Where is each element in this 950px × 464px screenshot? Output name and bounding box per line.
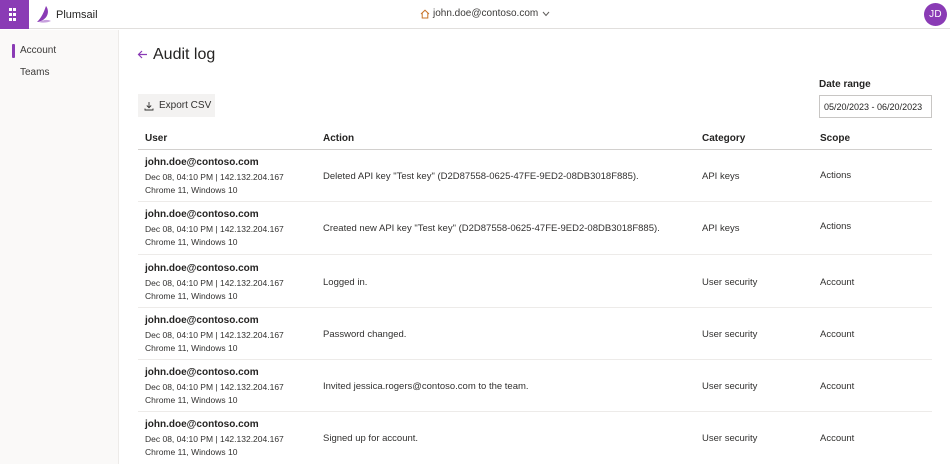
scope-text: Actions	[820, 221, 852, 232]
table-row[interactable]: john.doe@contoso.com Dec 08, 04:10 PM | …	[138, 412, 932, 464]
account-switcher[interactable]: john.doe@contoso.com	[420, 8, 550, 19]
export-csv-button[interactable]: Export CSV	[138, 94, 215, 117]
brand[interactable]: Plumsail	[37, 6, 98, 23]
back-button[interactable]	[137, 49, 148, 63]
user-email: john.doe@contoso.com	[145, 209, 259, 220]
column-header-category: Category	[702, 133, 746, 144]
column-header-action: Action	[323, 133, 355, 144]
user-client: Chrome 11, Windows 10	[145, 395, 238, 405]
arrow-left-icon	[137, 50, 147, 59]
column-header-scope: Scope	[820, 133, 851, 144]
user-client: Chrome 11, Windows 10	[145, 185, 238, 195]
user-meta: Dec 08, 04:10 PM | 142.132.204.167	[145, 224, 284, 234]
sidebar-item-teams[interactable]: Teams	[20, 67, 49, 78]
category-text: API keys	[702, 171, 740, 182]
table-row[interactable]: john.doe@contoso.com Dec 08, 04:10 PM | …	[138, 308, 932, 360]
sidebar-active-indicator	[12, 44, 15, 58]
brand-name: Plumsail	[56, 8, 98, 21]
user-client: Chrome 11, Windows 10	[145, 291, 238, 301]
scope-text: Account	[820, 433, 855, 444]
action-text: Signed up for account.	[323, 433, 419, 444]
user-meta: Dec 08, 04:10 PM | 142.132.204.167	[145, 434, 284, 444]
action-text: Invited jessica.rogers@contoso.com to th…	[323, 381, 529, 392]
date-range-label: Date range	[819, 79, 871, 90]
user-email: john.doe@contoso.com	[145, 367, 259, 378]
page-title: Audit log	[153, 46, 216, 63]
sidebar-item-account[interactable]: Account	[20, 45, 56, 56]
user-meta: Dec 08, 04:10 PM | 142.132.204.167	[145, 278, 284, 288]
table-row[interactable]: john.doe@contoso.com Dec 08, 04:10 PM | …	[138, 256, 932, 308]
user-email: john.doe@contoso.com	[145, 315, 259, 326]
user-email: john.doe@contoso.com	[145, 263, 259, 274]
user-client: Chrome 11, Windows 10	[145, 447, 238, 457]
scope-text: Account	[820, 329, 855, 340]
user-email: john.doe@contoso.com	[145, 157, 259, 168]
scope-text: Account	[820, 277, 855, 288]
column-header-user: User	[145, 133, 168, 144]
category-text: User security	[702, 381, 758, 392]
user-email: john.doe@contoso.com	[145, 419, 259, 430]
category-text: User security	[702, 329, 758, 340]
account-email: john.doe@contoso.com	[433, 8, 539, 19]
app-launcher-button[interactable]	[0, 0, 29, 29]
user-meta: Dec 08, 04:10 PM | 142.132.204.167	[145, 382, 284, 392]
category-text: API keys	[702, 223, 740, 234]
scope-text: Actions	[820, 170, 852, 181]
table-row[interactable]: john.doe@contoso.com Dec 08, 04:10 PM | …	[138, 202, 932, 255]
scope-text: Account	[820, 381, 855, 392]
user-meta: Dec 08, 04:10 PM | 142.132.204.167	[145, 172, 284, 182]
download-icon	[144, 101, 154, 110]
user-meta: Dec 08, 04:10 PM | 142.132.204.167	[145, 330, 284, 340]
user-client: Chrome 11, Windows 10	[145, 343, 238, 353]
user-client: Chrome 11, Windows 10	[145, 237, 238, 247]
action-text: Deleted API key "Test key" (D2D87558-062…	[323, 171, 639, 182]
date-range-input[interactable]	[819, 95, 932, 118]
top-bar: Plumsail john.doe@contoso.com JD	[0, 0, 950, 29]
sidebar	[0, 30, 119, 464]
waffle-icon	[9, 8, 16, 21]
action-text: Password changed.	[323, 329, 407, 340]
chevron-down-icon	[542, 11, 550, 16]
table-row[interactable]: john.doe@contoso.com Dec 08, 04:10 PM | …	[138, 360, 932, 412]
action-text: Created new API key "Test key" (D2D87558…	[323, 223, 660, 234]
avatar[interactable]: JD	[924, 3, 947, 26]
category-text: User security	[702, 277, 758, 288]
home-icon	[420, 9, 430, 18]
category-text: User security	[702, 433, 758, 444]
plumsail-logo-icon	[37, 6, 51, 23]
table-row[interactable]: john.doe@contoso.com Dec 08, 04:10 PM | …	[138, 150, 932, 202]
action-text: Logged in.	[323, 277, 368, 288]
export-csv-label: Export CSV	[159, 100, 212, 111]
